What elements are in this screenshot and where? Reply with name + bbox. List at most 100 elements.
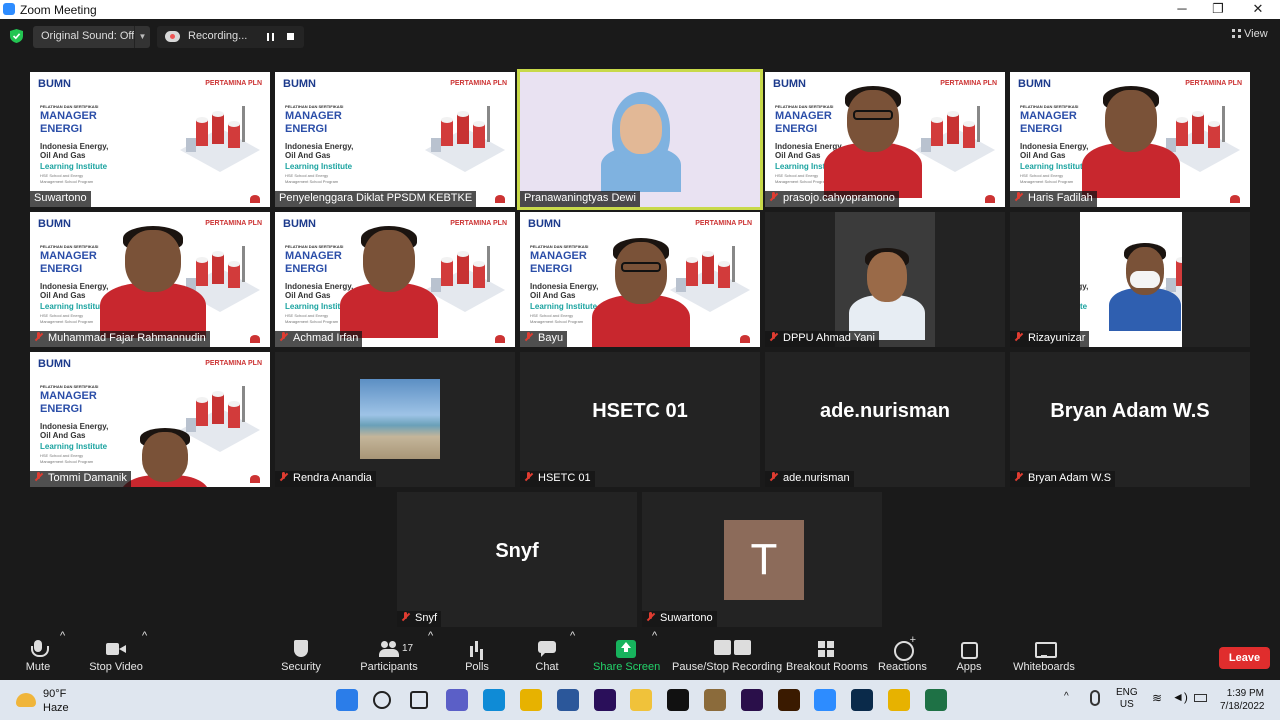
participant-name: HSETC 01: [538, 472, 591, 484]
date: 7/18/2022: [1220, 701, 1265, 712]
participant-name-tag: Suwartono: [30, 191, 91, 207]
person-head: [125, 230, 181, 292]
photoshop-icon[interactable]: [851, 689, 874, 711]
bumn-logo: BUMN: [528, 218, 561, 230]
share-screen-button[interactable]: Share Screen: [593, 630, 660, 680]
minimize-button[interactable]: ─: [1164, 1, 1200, 18]
polls-button[interactable]: Polls: [460, 630, 494, 680]
participant-name-tag: Rendra Anandia: [275, 471, 376, 487]
clock[interactable]: 1:39 PM 7/18/2022: [1220, 687, 1265, 713]
speaker-icon[interactable]: ◄): [1172, 690, 1188, 704]
refinery-illustration: [180, 106, 260, 172]
polls-icon: [467, 640, 487, 658]
battery-icon[interactable]: [1194, 694, 1207, 702]
close-button[interactable]: ✕: [1240, 1, 1276, 18]
participant-name-tag: Achmad Irfan: [275, 331, 363, 347]
slide-subtitle-line2: Oil And Gas: [40, 291, 86, 300]
microphone-tray-icon[interactable]: [1090, 690, 1100, 706]
muted-microphone-icon: [769, 472, 778, 482]
whiteboards-button[interactable]: Whiteboards: [1012, 630, 1076, 680]
breakout-rooms-button[interactable]: Breakout Rooms: [786, 630, 868, 680]
bumn-logo: BUMN: [1018, 78, 1051, 90]
muted-microphone-icon: [34, 332, 43, 342]
avatar: T: [724, 520, 804, 600]
leave-button[interactable]: Leave: [1219, 647, 1270, 669]
zoom-icon[interactable]: [814, 689, 837, 711]
slide-subtitle: Indonesia Energy,Oil And Gas: [40, 142, 108, 160]
apps-icon: [959, 640, 979, 659]
reactions-button[interactable]: Reactions: [878, 630, 927, 680]
participant-tile: HSETC 01 HSETC 01: [520, 352, 760, 487]
participant-name: Rizayunizar: [1028, 332, 1086, 344]
participants-button[interactable]: 17 Participants: [358, 630, 420, 680]
slide-subtitle-line2: Oil And Gas: [40, 151, 86, 160]
mute-button[interactable]: Mute: [18, 630, 58, 680]
teams-icon[interactable]: [446, 689, 469, 711]
after-effects-icon[interactable]: [593, 689, 616, 711]
slide-subtitle-line1: Indonesia Energy,: [285, 282, 354, 291]
participant-tile: Pranawaningtyas Dewi: [517, 69, 763, 210]
share-chevron-icon[interactable]: ^: [652, 630, 657, 680]
slide-subtitle-line1: Indonesia Energy,: [1020, 142, 1089, 151]
maximize-button[interactable]: ❐: [1200, 1, 1236, 18]
participant-name-tag: Snyf: [397, 611, 442, 627]
game-icon[interactable]: [704, 689, 726, 711]
slide-subtitle-line1: Indonesia Energy,: [40, 422, 109, 431]
illustrator-icon[interactable]: [777, 689, 800, 711]
muted-microphone-icon: [34, 472, 43, 482]
recording-label: Recording...: [188, 30, 248, 42]
edge-icon[interactable]: [483, 689, 506, 711]
view-button[interactable]: View: [1232, 28, 1268, 40]
participants-chevron-icon[interactable]: ^: [428, 630, 433, 680]
apps-button[interactable]: Apps: [954, 630, 984, 680]
slide-title-line2: ENERGI: [285, 263, 328, 275]
slide-tagline: PELATIHAN DAN SERTIFIKASI: [285, 244, 344, 249]
excel-icon[interactable]: [924, 689, 947, 711]
stop-recording-icon[interactable]: [287, 33, 294, 40]
muted-microphone-icon: [524, 472, 533, 482]
participant-name-tag: Bayu: [520, 331, 568, 347]
video-options-chevron-icon[interactable]: ^: [142, 630, 147, 680]
pause-recording-icon[interactable]: [267, 33, 274, 41]
word-icon[interactable]: [556, 689, 579, 711]
audio-options-chevron-icon[interactable]: ^: [60, 630, 65, 680]
breakout-rooms-label: Breakout Rooms: [786, 661, 868, 673]
search-icon[interactable]: [372, 691, 391, 709]
task-view-icon[interactable]: [409, 691, 428, 709]
encryption-shield-icon[interactable]: [10, 29, 23, 43]
chrome-icon[interactable]: [520, 689, 542, 711]
slide-small-text: HSE School and EnergyManagement School P…: [40, 313, 93, 325]
slide-small-line2: Management School Program: [530, 319, 584, 324]
slide-small-line2: Management School Program: [40, 459, 94, 464]
chat-icon: [537, 640, 557, 658]
weather-condition: Haze: [43, 702, 69, 714]
slide-title: MANAGERENERGI: [40, 390, 97, 416]
chat-chevron-icon[interactable]: ^: [570, 630, 575, 680]
chat-button[interactable]: Chat: [530, 630, 564, 680]
windows-start-icon[interactable]: [336, 689, 358, 711]
participant-name-tag: ade.nurisman: [765, 471, 854, 487]
bumn-logo: BUMN: [38, 78, 71, 90]
show-hidden-icons-chevron-icon[interactable]: ^: [1064, 691, 1069, 702]
participants-label: Participants: [360, 661, 418, 673]
language-indicator[interactable]: ENG US: [1116, 687, 1138, 711]
muted-microphone-icon: [646, 612, 655, 622]
bumn-logo: BUMN: [773, 78, 806, 90]
premiere-icon[interactable]: [740, 689, 763, 711]
chevron-down-icon[interactable]: ▼: [134, 26, 150, 48]
participant-tile: BUMN PERTAMINA PLN PELATIHAN DAN SERTIFIKA…: [765, 72, 1005, 207]
wifi-icon[interactable]: ≋: [1152, 691, 1162, 705]
pause-stop-recording-button[interactable]: Pause/Stop Recording: [672, 630, 782, 680]
stop-video-button[interactable]: Stop Video: [88, 630, 144, 680]
participant-name-tag: Bryan Adam W.S: [1010, 471, 1116, 487]
capcut-icon[interactable]: [667, 689, 690, 711]
original-sound-button[interactable]: Original Sound: Off ▼: [33, 26, 150, 48]
file-explorer-icon[interactable]: [630, 689, 653, 711]
security-button[interactable]: Security: [280, 630, 322, 680]
chrome-profile-icon[interactable]: [888, 689, 910, 711]
muted-microphone-icon: [769, 332, 778, 342]
profile-photo-beach: [360, 379, 440, 459]
bumn-logo: BUMN: [283, 78, 316, 90]
muted-microphone-icon: [401, 612, 410, 622]
person-head: [847, 90, 899, 152]
